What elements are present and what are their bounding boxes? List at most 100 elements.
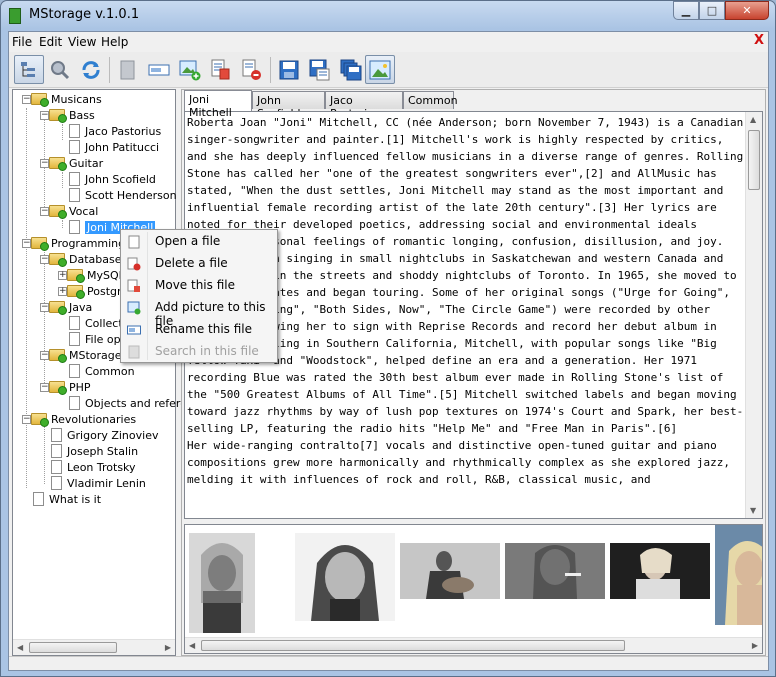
minimize-button[interactable]: ▁ bbox=[673, 1, 699, 20]
tree-label: Scott Henderson bbox=[85, 188, 177, 202]
scroll-left-arrow[interactable]: ◀ bbox=[17, 643, 23, 652]
refresh-icon[interactable] bbox=[76, 55, 106, 84]
tree-file-john-scofield[interactable]: John Scofield bbox=[69, 171, 156, 187]
photo-thumbnail[interactable] bbox=[610, 543, 710, 599]
scrollbar-thumb[interactable] bbox=[201, 640, 625, 651]
scrollbar-thumb[interactable] bbox=[748, 130, 760, 190]
delete-file-icon[interactable] bbox=[237, 55, 267, 84]
tab-common[interactable]: Common bbox=[403, 91, 458, 109]
tree-file-lenin[interactable]: Vladimir Lenin bbox=[51, 475, 146, 491]
expander-guitar[interactable]: − bbox=[40, 159, 49, 168]
tree-folder-mstorage[interactable]: MStorage bbox=[49, 347, 122, 363]
title-bar[interactable]: MStorage v.1.0.1 ▁ □ ✕ bbox=[1, 1, 775, 31]
tree-label: What is it bbox=[49, 492, 102, 506]
tree-view-icon[interactable] bbox=[14, 55, 44, 84]
tree-label: Vladimir Lenin bbox=[67, 476, 146, 490]
images-panel[interactable]: ◀ ▶ bbox=[184, 524, 763, 654]
expander-postgre[interactable]: + bbox=[58, 287, 67, 296]
photo-thumbnail[interactable] bbox=[189, 533, 255, 633]
tree-folder-bass[interactable]: Bass bbox=[49, 107, 95, 123]
expander-databases[interactable]: − bbox=[40, 255, 49, 264]
scroll-up-arrow[interactable]: ▲ bbox=[750, 115, 756, 124]
expander-musicans[interactable]: − bbox=[22, 95, 31, 104]
tree-label: Musicans bbox=[51, 92, 102, 106]
menu-help[interactable]: Help bbox=[101, 35, 128, 49]
menu-item-move-file[interactable]: Move this file bbox=[121, 275, 277, 297]
menu-view[interactable]: View bbox=[68, 35, 96, 49]
tree-file-scott[interactable]: Scott Henderson bbox=[69, 187, 177, 203]
tree-folder-guitar[interactable]: Guitar bbox=[49, 155, 103, 171]
folder-icon bbox=[67, 269, 85, 283]
tab-jaco-pastorius[interactable]: Jaco Pastorius bbox=[325, 91, 403, 120]
images-horizontal-scrollbar[interactable]: ◀ ▶ bbox=[185, 637, 762, 653]
menu-edit[interactable]: Edit bbox=[39, 35, 62, 49]
close-document-button[interactable]: X bbox=[754, 33, 764, 48]
tree-label: Revolutionaries bbox=[51, 412, 137, 426]
tree-file-common[interactable]: Common bbox=[69, 363, 135, 379]
close-window-button[interactable]: ✕ bbox=[725, 1, 769, 20]
menu-item-open-file[interactable]: Open a file bbox=[121, 231, 277, 253]
menu-item-label: Delete a file bbox=[155, 256, 228, 270]
tree-connector bbox=[26, 108, 27, 488]
scrollbar-thumb[interactable] bbox=[29, 642, 117, 653]
scroll-left-arrow[interactable]: ◀ bbox=[189, 641, 195, 650]
scroll-right-arrow[interactable]: ▶ bbox=[165, 643, 171, 652]
delete-file-icon bbox=[127, 257, 141, 271]
menu-file[interactable]: File bbox=[12, 35, 32, 49]
photo-thumbnail[interactable] bbox=[295, 533, 395, 621]
document-icon[interactable] bbox=[113, 55, 143, 84]
rename-icon bbox=[127, 325, 141, 335]
expander-revolutionaries[interactable]: − bbox=[22, 415, 31, 424]
tree-file-stalin[interactable]: Joseph Stalin bbox=[51, 443, 138, 459]
tree-label: Java bbox=[69, 300, 93, 314]
expander-java[interactable]: − bbox=[40, 303, 49, 312]
text-vertical-scrollbar[interactable]: ▲ ▼ bbox=[745, 112, 762, 518]
photo-thumbnail[interactable] bbox=[715, 524, 763, 625]
menu-item-rename-file[interactable]: Rename this file bbox=[121, 319, 277, 341]
tree-panel[interactable]: − Musicans − Bass Jaco Pastorius John Pa… bbox=[12, 89, 213, 656]
tree-folder-php[interactable]: PHP bbox=[49, 379, 91, 395]
search-icon[interactable] bbox=[45, 55, 75, 84]
move-file-icon[interactable] bbox=[206, 55, 236, 84]
tree-folder-musicans[interactable]: Musicans bbox=[31, 91, 102, 107]
save-icon[interactable] bbox=[274, 55, 304, 84]
tree-folder-vocal[interactable]: Vocal bbox=[49, 203, 98, 219]
file-icon bbox=[69, 316, 80, 330]
maximize-button[interactable]: □ bbox=[699, 1, 725, 20]
tree-file-zinoviev[interactable]: Grigory Zinoviev bbox=[51, 427, 158, 443]
picture-view-icon[interactable] bbox=[365, 55, 395, 84]
expander-mstorage[interactable]: − bbox=[40, 351, 49, 360]
scroll-right-arrow[interactable]: ▶ bbox=[752, 641, 758, 650]
tree-folder-mysql[interactable]: MySQL bbox=[67, 267, 125, 283]
tree-folder-revolutionaries[interactable]: Revolutionaries bbox=[31, 411, 136, 427]
expander-bass[interactable]: − bbox=[40, 111, 49, 120]
save-as-icon[interactable] bbox=[305, 55, 335, 84]
expander-programming[interactable]: − bbox=[22, 239, 31, 248]
expander-vocal[interactable]: − bbox=[40, 207, 49, 216]
app-icon bbox=[9, 8, 21, 24]
expander-php[interactable]: − bbox=[40, 383, 49, 392]
menu-item-add-picture[interactable]: Add picture to this file bbox=[121, 297, 277, 328]
tree-file-what-is-it[interactable]: What is it bbox=[33, 491, 101, 507]
tab-joni-mitchell[interactable]: Joni Mitchell bbox=[184, 90, 252, 119]
tree-file-jaco[interactable]: Jaco Pastorius bbox=[69, 123, 161, 139]
add-picture-icon[interactable] bbox=[175, 55, 205, 84]
photo-thumbnail[interactable] bbox=[505, 543, 605, 599]
tab-john-scofield[interactable]: John Scofield bbox=[252, 91, 325, 120]
tree-folder-java[interactable]: Java bbox=[49, 299, 92, 315]
scroll-down-arrow[interactable]: ▼ bbox=[750, 506, 756, 515]
file-icon bbox=[69, 396, 80, 410]
tree-file-trotsky[interactable]: Leon Trotsky bbox=[51, 459, 136, 475]
folder-icon bbox=[49, 157, 67, 171]
menu-item-delete-file[interactable]: Delete a file bbox=[121, 253, 277, 275]
rename-icon[interactable] bbox=[144, 55, 174, 84]
expander-mysql[interactable]: + bbox=[58, 271, 67, 280]
menu-bar: File Edit View Help X bbox=[9, 32, 768, 52]
tree-folder-databases[interactable]: Databases bbox=[49, 251, 127, 267]
tree-folder-programming[interactable]: Programming bbox=[31, 235, 125, 251]
save-all-icon[interactable] bbox=[336, 55, 366, 84]
tree-horizontal-scrollbar[interactable]: ◀ ▶ bbox=[13, 639, 175, 655]
tree-file-john-patitucci[interactable]: John Patitucci bbox=[69, 139, 159, 155]
status-bar bbox=[9, 656, 768, 670]
photo-thumbnail[interactable] bbox=[400, 543, 500, 599]
